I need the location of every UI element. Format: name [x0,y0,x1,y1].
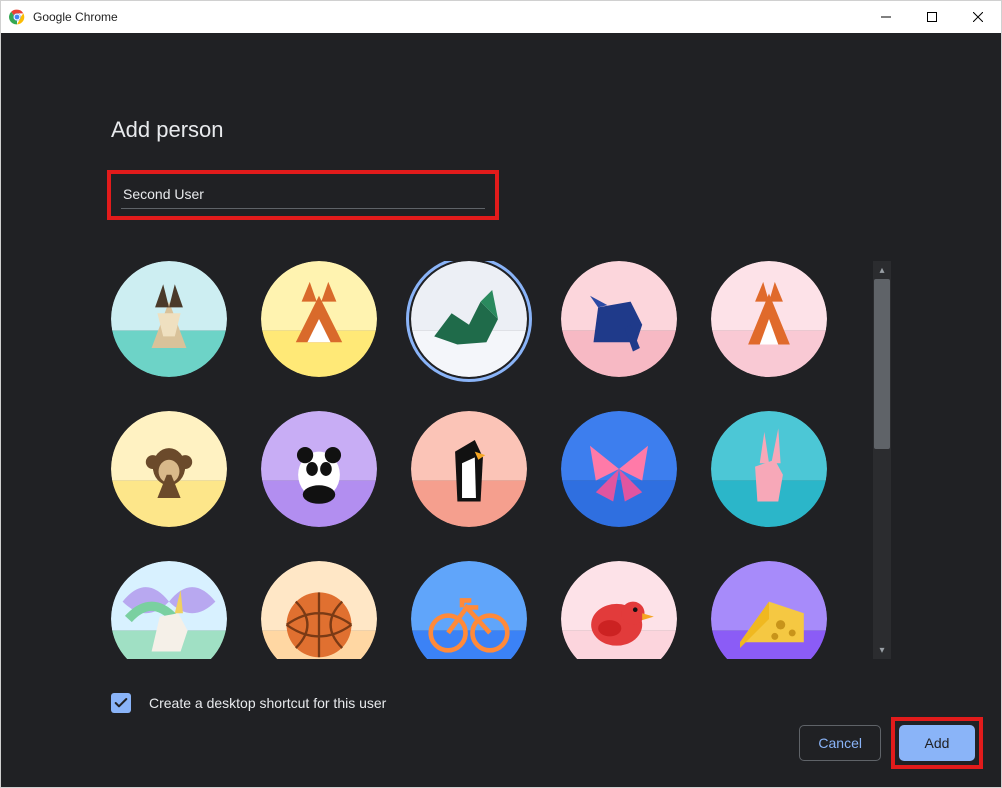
avatar-origami-cat[interactable] [111,261,227,377]
person-name-input[interactable] [121,182,485,209]
avatar-origami-elephant[interactable] [561,261,677,377]
name-field-highlight [107,170,499,220]
window: Google Chrome Add person [0,0,1002,788]
maximize-button[interactable] [909,1,955,33]
avatar-scrollbar[interactable]: ▴ ▾ [873,261,891,659]
add-button[interactable]: Add [899,725,975,761]
avatar-origami-monkey[interactable] [111,411,227,527]
avatar-grid [111,261,863,659]
avatar-cheese[interactable] [711,561,827,659]
avatar-area: ▴ ▾ [111,261,891,659]
dialog-heading: Add person [111,117,224,143]
shortcut-label: Create a desktop shortcut for this user [149,695,386,711]
shortcut-row: Create a desktop shortcut for this user [111,693,386,713]
scroll-down-arrow[interactable]: ▾ [873,641,891,659]
desktop-shortcut-checkbox[interactable] [111,693,131,713]
scroll-track[interactable] [873,279,891,641]
avatar-origami-panda[interactable] [261,411,377,527]
avatar-origami-rabbit[interactable] [711,411,827,527]
avatar-origami-penguin[interactable] [411,411,527,527]
add-button-highlight: Add [891,717,983,769]
avatar-origami-butterfly[interactable] [561,411,677,527]
titlebar: Google Chrome [1,1,1001,33]
dialog-buttons: Cancel Add [799,717,983,769]
close-button[interactable] [955,1,1001,33]
avatar-bicycle[interactable] [411,561,527,659]
avatar-origami-fox-pink[interactable] [711,261,827,377]
avatar-basketball[interactable] [261,561,377,659]
avatar-origami-dragon[interactable] [411,261,527,377]
chrome-icon [9,9,25,25]
avatar-bird[interactable] [561,561,677,659]
cancel-button[interactable]: Cancel [799,725,881,761]
scroll-up-arrow[interactable]: ▴ [873,261,891,279]
dialog-content: Add person [1,33,1001,787]
minimize-button[interactable] [863,1,909,33]
avatar-origami-unicorn[interactable] [111,561,227,659]
scroll-thumb[interactable] [874,279,890,449]
window-title: Google Chrome [33,10,118,24]
avatar-origami-fox[interactable] [261,261,377,377]
